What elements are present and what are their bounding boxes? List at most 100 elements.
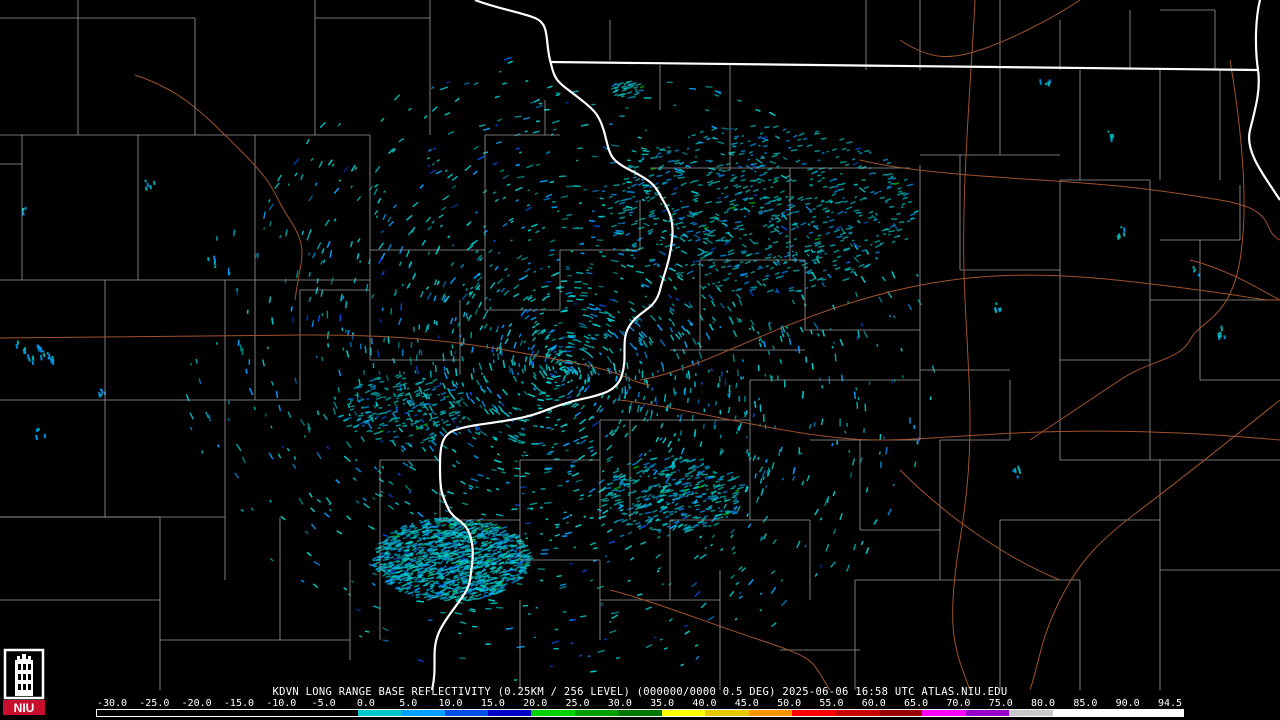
echo-mark — [458, 546, 464, 549]
echo-mark — [515, 147, 520, 150]
echo-mark — [882, 173, 887, 176]
echo-mark — [592, 547, 598, 550]
echo-mark — [594, 293, 598, 296]
echo-mark — [813, 262, 818, 265]
echo-mark — [692, 260, 700, 263]
echo-mark — [763, 171, 768, 174]
echo-mark — [506, 558, 511, 561]
echo-mark — [701, 493, 706, 496]
echo-mark — [744, 275, 749, 278]
echo-mark — [764, 256, 772, 260]
echo-mark — [514, 569, 518, 572]
echo-mark — [427, 164, 430, 167]
echo-mark — [831, 346, 834, 349]
echo-mark — [539, 370, 542, 374]
echo-mark — [444, 537, 447, 540]
echo-mark — [479, 583, 484, 587]
echo-mark — [395, 553, 401, 557]
echo-mark — [390, 540, 396, 544]
echo-mark — [741, 134, 745, 138]
echo-mark — [691, 134, 696, 137]
echo-mark — [710, 234, 716, 237]
echo-mark — [857, 329, 860, 338]
echo-mark — [753, 194, 758, 197]
echo-mark — [469, 596, 474, 599]
echo-mark — [817, 174, 822, 177]
echo-mark — [758, 265, 762, 268]
echo-mark — [647, 474, 651, 478]
echo-mark — [698, 183, 703, 187]
echo-mark — [676, 414, 680, 418]
echo-mark — [531, 361, 534, 366]
echo-mark — [722, 278, 728, 282]
echo-mark — [600, 604, 604, 607]
echo-mark — [677, 438, 680, 442]
echo-mark — [892, 483, 895, 487]
echo-mark — [667, 502, 671, 505]
echo-mark — [396, 567, 400, 570]
echo-mark — [842, 196, 845, 199]
echo-mark — [542, 226, 546, 230]
echo-mark — [525, 522, 531, 525]
echo-mark — [714, 514, 720, 518]
echo-mark — [612, 399, 615, 404]
echo-mark — [579, 242, 585, 246]
echo-mark — [524, 364, 526, 372]
echo-mark — [589, 219, 595, 222]
echo-mark — [721, 192, 724, 195]
echo-mark — [864, 264, 869, 267]
echo-mark — [453, 577, 457, 580]
echo-mark — [760, 137, 764, 140]
echo-mark — [453, 520, 457, 523]
echo-mark — [628, 211, 634, 214]
echo-mark — [662, 196, 667, 199]
echo-mark — [461, 557, 466, 560]
echo-mark — [537, 398, 545, 402]
echo-mark — [660, 203, 663, 206]
echo-mark — [671, 207, 675, 210]
echo-mark — [492, 359, 495, 364]
echo-mark — [674, 149, 679, 152]
echo-mark — [662, 366, 665, 372]
echo-mark — [245, 368, 248, 374]
echo-mark — [680, 234, 684, 238]
echo-mark — [620, 221, 626, 225]
echo-mark — [547, 265, 551, 268]
echo-mark — [570, 464, 574, 467]
echo-mark — [518, 569, 522, 572]
echo-mark — [584, 362, 587, 366]
echo-mark — [539, 425, 544, 428]
echo-mark — [455, 583, 459, 586]
echo-mark — [424, 520, 430, 523]
echo-mark — [442, 549, 446, 552]
echo-mark — [256, 252, 259, 259]
echo-mark — [492, 584, 497, 587]
echo-mark — [783, 261, 788, 264]
echo-mark — [513, 361, 516, 366]
echo-mark — [565, 449, 569, 452]
echo-mark — [465, 552, 471, 556]
echo-mark — [554, 424, 558, 427]
echo-mark — [813, 261, 816, 264]
echo-mark — [632, 519, 637, 523]
echo-mark — [753, 242, 759, 245]
echo-mark — [262, 227, 266, 230]
echo-mark — [754, 473, 757, 479]
echo-mark — [551, 375, 554, 378]
echo-mark — [504, 544, 507, 547]
echo-mark — [822, 185, 828, 189]
echo-mark — [410, 341, 413, 348]
echo-mark — [409, 580, 414, 583]
echo-mark — [466, 316, 469, 319]
echo-mark — [666, 151, 671, 155]
echo-mark — [424, 533, 428, 536]
echo-mark — [890, 182, 895, 185]
echo-mark — [883, 233, 887, 236]
echo-mark — [515, 573, 520, 577]
echo-mark — [560, 336, 566, 339]
echo-mark — [643, 466, 648, 469]
echo-mark — [884, 201, 888, 204]
echo-mark — [452, 355, 455, 362]
echo-mark — [417, 562, 423, 566]
echo-mark — [606, 482, 610, 486]
